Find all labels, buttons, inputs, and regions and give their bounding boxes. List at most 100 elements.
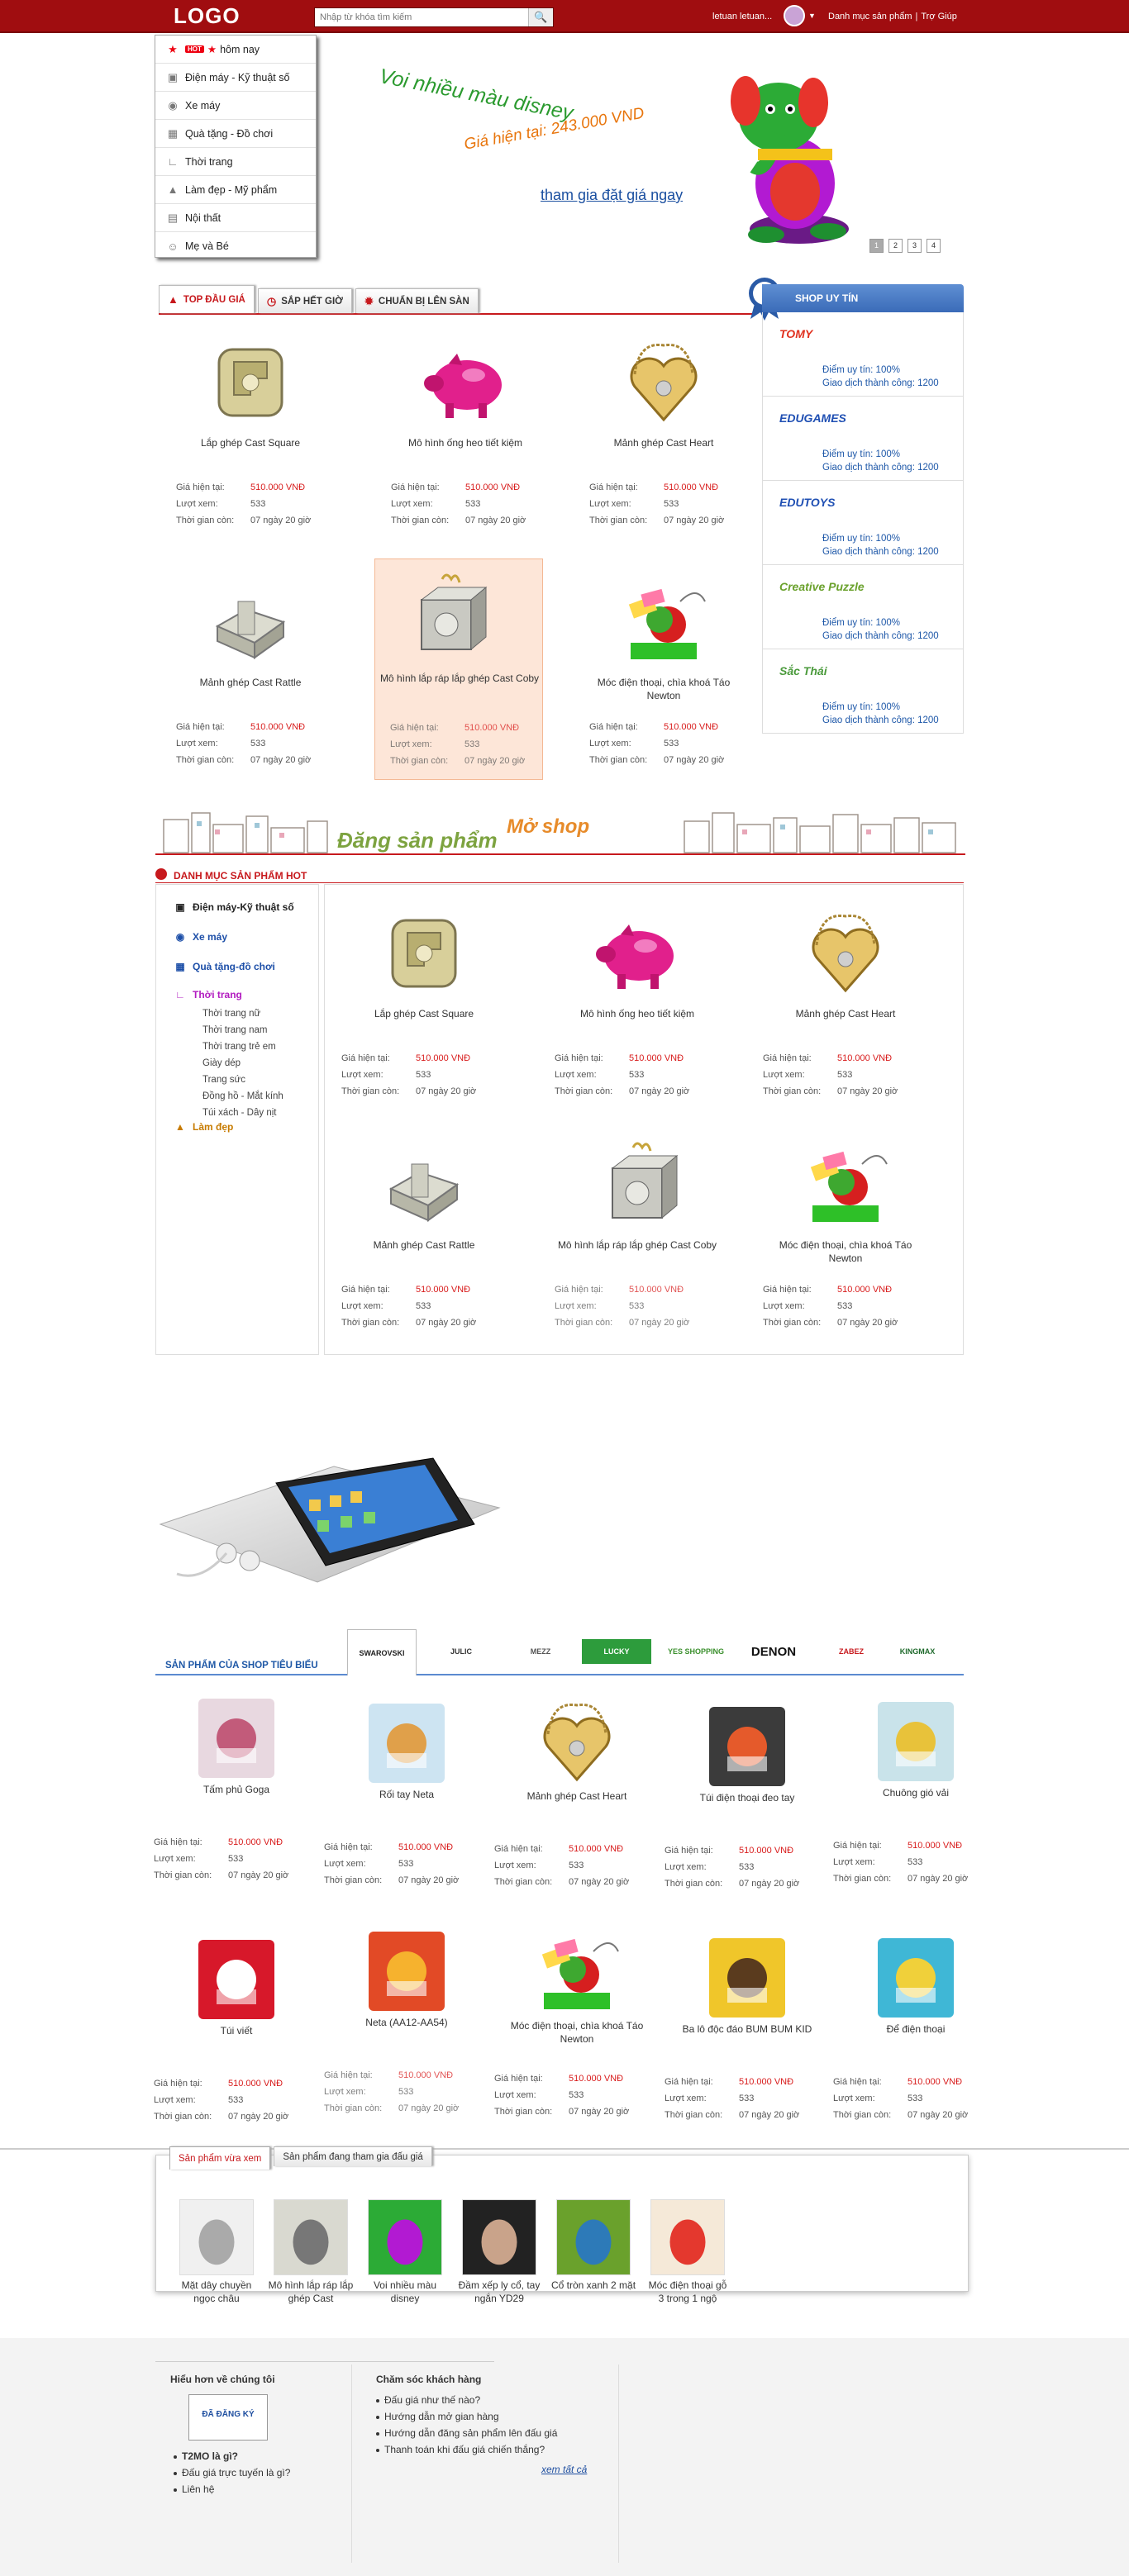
product-name[interactable]: Mảnh ghép Cast Rattle <box>168 676 333 689</box>
tab-recently-viewed[interactable]: Sản phẩm vừa xem <box>169 2146 271 2170</box>
tab-top-bids[interactable]: ▲ TOP ĐẦU GIÁ <box>159 285 255 313</box>
footer-about-link-1[interactable]: T2MO là gì? <box>174 2450 238 2462</box>
tab-ending-soon[interactable]: ◷ SẮP HẾT GIỜ <box>257 288 352 313</box>
shop-product-card[interactable]: Móc điện thoại, chìa khoá Táo Newton Giá … <box>494 1922 660 2150</box>
recent-item-name[interactable]: Mặt dây chuyền ngọc châu <box>174 2279 260 2305</box>
recent-item-image[interactable] <box>274 2199 348 2275</box>
see-all-link[interactable]: xem tất cả <box>541 2464 587 2475</box>
product-image[interactable] <box>416 337 515 432</box>
shop-product-card[interactable]: Túi viết Giá hiện tại: 510.000 VNĐ Lượt xem… <box>154 1927 319 2155</box>
product-image[interactable] <box>796 908 895 1003</box>
footer-care-link-2[interactable]: Hướng dẫn mở gian hàng <box>376 2411 499 2422</box>
product-name[interactable]: Mô hình ống heo tiết kiệm <box>555 1007 720 1020</box>
footer-care-link-4[interactable]: Thanh toán khi đấu giá chiến thắng? <box>376 2444 545 2455</box>
chevron-down-icon[interactable]: ▼ <box>808 12 816 20</box>
product-card[interactable]: Mô hình ống heo tiết kiệm Giá hiện tại: 51… <box>374 330 556 554</box>
product-image[interactable] <box>374 908 474 1003</box>
product-name[interactable]: Lắp ghép Cast Square <box>341 1007 507 1020</box>
product-name[interactable]: Túi viết <box>154 2024 319 2037</box>
page-3[interactable]: 3 <box>907 239 922 253</box>
link-categories[interactable]: Danh mục sản phẩm <box>828 12 912 21</box>
product-image[interactable] <box>866 1694 965 1789</box>
link-help[interactable]: Trợ Giúp <box>921 12 956 21</box>
brand-logo[interactable]: KINGMAX <box>883 1629 952 1674</box>
shop-product-card[interactable]: Túi điện thoại đeo tay Giá hiện tại: 510.0… <box>665 1694 830 1922</box>
page-1[interactable]: 1 <box>869 239 884 253</box>
shop-card[interactable]: Sắc Thái Điểm uy tín: 100% Giao dịch thành… <box>762 649 964 734</box>
ipod-banner-image[interactable] <box>152 1384 541 1607</box>
product-card[interactable]: Mảnh ghép Cast Heart Giá hiện tại: 510.000… <box>755 901 936 1124</box>
product-name[interactable]: Mô hình ống heo tiết kiệm <box>383 436 548 449</box>
shop-product-card[interactable]: Chuông gió vải Giá hiện tại: 510.000 VNĐ Lư… <box>833 1689 998 1917</box>
product-name[interactable]: Móc điện thoại, chìa khoá Táo Newton <box>763 1238 928 1265</box>
product-card[interactable]: Móc điện thoại, chìa khoá Táo Newton Giá … <box>573 570 755 793</box>
brand-logo[interactable]: YES SHOPPING <box>661 1629 731 1674</box>
product-image[interactable] <box>201 577 300 672</box>
product-name[interactable]: Túi điện thoại đeo tay <box>665 1791 830 1804</box>
recent-item[interactable]: Cổ tròn xanh 2 mặt <box>550 2199 636 2292</box>
category-item-beauty[interactable]: ▲ Làm đẹp - Mỹ phẩm <box>155 176 316 204</box>
recent-item-image[interactable] <box>368 2199 442 2275</box>
product-image[interactable] <box>588 1139 687 1234</box>
recent-item[interactable]: Móc điện thoại gỗ 3 trong 1 ngộ <box>645 2199 731 2305</box>
shop-logo[interactable]: Sắc Thái <box>779 664 827 677</box>
elephant-toy-image[interactable] <box>721 43 869 250</box>
product-image[interactable] <box>527 1697 626 1793</box>
product-card[interactable]: Mô hình lắp ráp lắp ghép Cast Coby Giá hi… <box>546 1133 728 1356</box>
product-image[interactable] <box>698 1930 797 2026</box>
tab-upcoming[interactable]: ✹ CHUẨN BỊ LÊN SÀN <box>355 288 479 313</box>
hot-category-item[interactable]: ∟ Thời trang <box>173 989 242 1000</box>
shop-logo[interactable]: TOMY <box>779 327 812 340</box>
product-name[interactable]: Mô hình lắp ráp lắp ghép Cast Coby <box>555 1238 720 1252</box>
hot-subcategory-item[interactable]: Đồng hồ - Mắt kính <box>202 1091 283 1101</box>
product-card[interactable]: Mảnh ghép Cast Rattle Giá hiện tại: 510.00… <box>160 570 341 793</box>
brand-logo[interactable]: DENON <box>739 1629 808 1674</box>
product-name[interactable]: Mô hình lắp ráp lắp ghép Cast Coby <box>377 672 542 685</box>
product-image[interactable] <box>357 1695 456 1791</box>
hot-subcategory-item[interactable]: Giày dép <box>202 1058 241 1068</box>
recent-item[interactable]: Đầm xếp ly cổ, tay ngắn YD29 <box>456 2199 542 2305</box>
product-image[interactable] <box>187 1932 286 2027</box>
tab-bidding[interactable]: Sản phẩm đang tham gia đấu giá <box>274 2146 432 2166</box>
hot-category-item[interactable]: ◉ Xe máy <box>173 931 227 943</box>
product-image[interactable] <box>796 1139 895 1234</box>
product-name[interactable]: Rối tay Neta <box>324 1788 489 1801</box>
hot-category-item[interactable]: ▦ Quà tặng-đồ chơi <box>173 961 275 972</box>
recent-item-image[interactable] <box>179 2199 254 2275</box>
product-image[interactable] <box>527 1927 626 2022</box>
recent-item[interactable]: Voi nhiều màu disney <box>362 2199 448 2305</box>
shop-logo[interactable]: EDUTOYS <box>779 496 835 509</box>
category-item-today[interactable]: ★ HOT ★ hôm nay <box>155 36 316 64</box>
shop-product-card[interactable]: Rối tay Neta Giá hiện tại: 510.000 VNĐ Lượt… <box>324 1690 489 1918</box>
recent-item-image[interactable] <box>650 2199 725 2275</box>
hot-category-item[interactable]: ▲ Làm đẹp <box>173 1121 233 1133</box>
category-item-motorbike[interactable]: ◉ Xe máy <box>155 92 316 120</box>
category-item-fashion[interactable]: ∟ Thời trang <box>155 148 316 176</box>
category-item-furniture[interactable]: ▤ Nội thất <box>155 204 316 232</box>
product-card[interactable]: Lắp ghép Cast Square Giá hiện tại: 510.000… <box>160 330 341 554</box>
recent-item-image[interactable] <box>556 2199 631 2275</box>
recent-item-image[interactable] <box>462 2199 536 2275</box>
product-image[interactable] <box>614 337 713 432</box>
product-card[interactable]: Mảnh ghép Cast Rattle Giá hiện tại: 510.00… <box>333 1133 515 1356</box>
recent-item-name[interactable]: Mô hình lắp ráp lắp ghép Cast <box>268 2279 354 2305</box>
brand-logo[interactable]: SWAROVSKI <box>347 1629 417 1675</box>
username[interactable]: letuan letuan... <box>712 12 772 21</box>
footer-care-link-3[interactable]: Hướng dẫn đăng sản phẩm lên đấu giá <box>376 2427 557 2439</box>
product-image[interactable] <box>588 908 687 1003</box>
product-image[interactable] <box>357 1923 456 2019</box>
shop-product-card[interactable]: Tấm phủ Goga Giá hiện tại: 510.000 VNĐ Lượt… <box>154 1685 319 1913</box>
brand-logo[interactable]: LUCKY <box>582 1639 651 1664</box>
shop-product-card[interactable]: Ba lô độc đáo BUM BUM KID Giá hiện tại: 51… <box>665 1925 830 2153</box>
shop-logo[interactable]: EDUGAMES <box>779 411 846 425</box>
product-name[interactable]: Mảnh ghép Cast Heart <box>763 1007 928 1020</box>
product-name[interactable]: Để điện thoại <box>833 2022 998 2036</box>
shop-product-card[interactable]: Neta (AA12-AA54) Giá hiện tại: 510.000 VNĐ… <box>324 1918 489 2146</box>
product-name[interactable]: Chuông gió vải <box>833 1786 998 1799</box>
hot-subcategory-item[interactable]: Trang sức <box>202 1075 245 1085</box>
product-card[interactable]: Mô hình ống heo tiết kiệm Giá hiện tại: 51… <box>546 901 728 1124</box>
brand-logo[interactable]: MEZZ <box>506 1629 575 1674</box>
recent-item[interactable]: Mặt dây chuyền ngọc châu <box>174 2199 260 2305</box>
product-name[interactable]: Mảnh ghép Cast Heart <box>581 436 746 449</box>
product-card[interactable]: Móc điện thoại, chìa khoá Táo Newton Giá … <box>755 1133 936 1356</box>
